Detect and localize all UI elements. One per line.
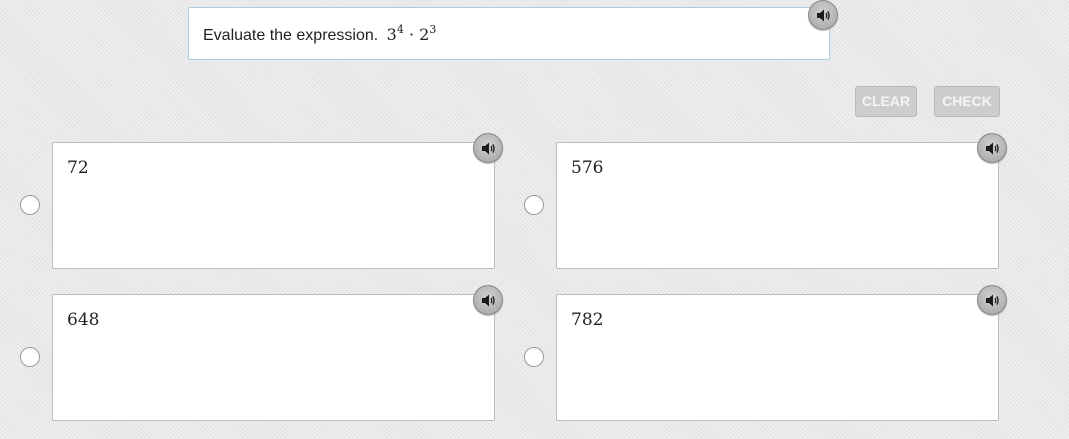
choice-radio-1[interactable] [20,195,40,215]
choice-4-audio-button[interactable] [977,285,1007,315]
choice-value-2: 576 [571,158,604,178]
speaker-icon [986,142,999,155]
choice-option-4[interactable]: 782 [556,285,1007,421]
choice-radio-3[interactable] [20,347,40,367]
speaker-icon [817,9,830,22]
base-1: 3 [386,25,397,44]
exponent-1: 4 [396,23,404,36]
question-prefix: Evaluate the expression. [203,27,379,44]
choice-option-1[interactable]: 72 [52,133,503,269]
speaker-icon [482,294,495,307]
choice-value-4: 782 [571,310,604,330]
choice-radio-2[interactable] [524,195,544,215]
exponent-2: 3 [429,23,437,36]
choice-value-3: 648 [67,310,100,330]
choice-1-audio-button[interactable] [473,133,503,163]
question-prompt: Evaluate the expression. 34 · 23 [188,0,838,60]
speaker-icon [482,142,495,155]
question-audio-button[interactable] [808,0,838,30]
choice-radio-4[interactable] [524,347,544,367]
clear-button[interactable]: CLEAR [855,86,917,117]
check-button[interactable]: CHECK [934,86,1000,117]
choice-option-3[interactable]: 648 [52,285,503,421]
choice-2-audio-button[interactable] [977,133,1007,163]
choice-value-1: 72 [67,158,89,178]
speaker-icon [986,294,999,307]
operator: · [408,25,415,44]
question-expression: 34 · 23 [386,23,437,44]
choice-option-2[interactable]: 576 [556,133,1007,269]
question-text: Evaluate the expression. 34 · 23 [203,23,437,45]
base-2: 2 [419,25,430,44]
choice-3-audio-button[interactable] [473,285,503,315]
